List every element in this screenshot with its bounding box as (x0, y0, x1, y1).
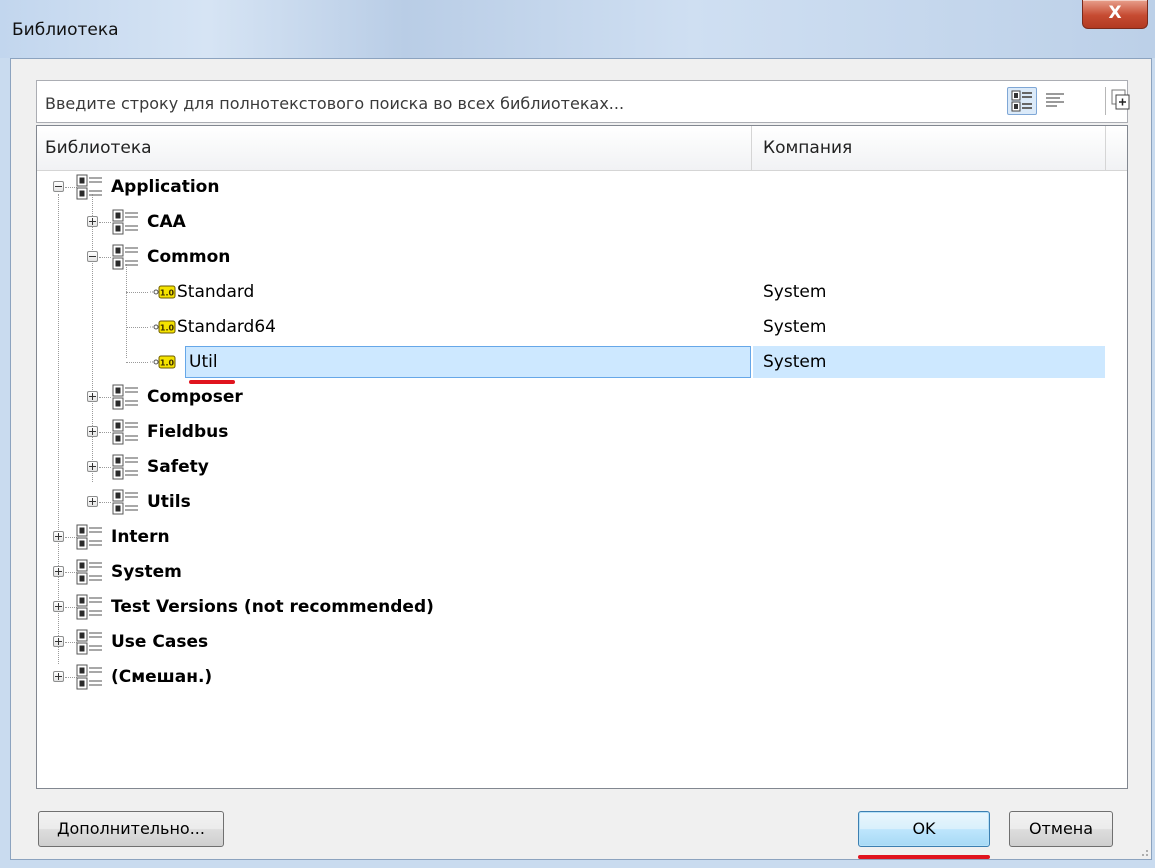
company-cell: System (763, 317, 827, 337)
window-title: Библиотека (12, 20, 119, 40)
toolbar-separator (1105, 87, 1106, 115)
resize-grip-icon[interactable] (1137, 845, 1149, 857)
expand-all-icon (1111, 89, 1130, 110)
tree-node-label: Util (189, 352, 218, 372)
tree-node-standard64[interactable]: Standard64 System (37, 310, 1107, 345)
tree-node-label: System (111, 562, 182, 582)
expand-toggle-icon[interactable] (87, 426, 98, 437)
search-input[interactable] (43, 89, 997, 117)
tree-node-caa[interactable]: CAA (37, 205, 1107, 240)
grid-header: Библиотека Компания (37, 126, 1127, 171)
library-category-icon (75, 593, 105, 621)
tree-node-label: Safety (147, 457, 209, 477)
cancel-button[interactable]: Отмена (1009, 811, 1113, 847)
tree-body: Application CAA Common Standard System S… (37, 170, 1127, 788)
category-view-button[interactable] (1007, 87, 1037, 115)
tree-node-label: Composer (147, 387, 243, 407)
tree-node-mixed[interactable]: (Смешан.) (37, 660, 1107, 695)
expand-all-button[interactable] (1109, 87, 1139, 115)
title-bar[interactable]: Библиотека X (0, 0, 1155, 58)
tree-node-fieldbus[interactable]: Fieldbus (37, 415, 1107, 450)
tree-node-label: Intern (111, 527, 170, 547)
tree-node-label: (Смешан.) (111, 667, 213, 687)
expand-toggle-icon[interactable] (87, 216, 98, 227)
column-header-library[interactable]: Библиотека (45, 138, 152, 158)
library-category-icon (111, 418, 141, 446)
dialog-client-area: Библиотека Компания (10, 58, 1152, 860)
expand-toggle-icon[interactable] (53, 531, 64, 542)
library-category-icon (111, 488, 141, 516)
tree-node-label: Fieldbus (147, 422, 229, 442)
expand-toggle-icon[interactable] (87, 496, 98, 507)
library-category-icon (111, 243, 141, 271)
tree-node-application[interactable]: Application (37, 170, 1107, 205)
highlight-underline (858, 855, 990, 859)
tree-node-use-cases[interactable]: Use Cases (37, 625, 1107, 660)
tree-node-label: Standard64 (177, 317, 276, 337)
tree-node-safety[interactable]: Safety (37, 450, 1107, 485)
tree-node-label: Common (147, 247, 231, 267)
tree-node-label: Standard (177, 282, 255, 302)
ok-button[interactable]: OK (858, 811, 990, 847)
library-tree-grid: Библиотека Компания Application CAA Comm… (36, 125, 1128, 789)
tree-node-label: Test Versions (not recommended) (111, 597, 434, 617)
company-cell: System (763, 282, 827, 302)
tree-node-common[interactable]: Common (37, 240, 1107, 275)
tree-node-label: Application (111, 177, 220, 197)
category-view-icon (1011, 90, 1032, 112)
expand-toggle-icon[interactable] (53, 601, 64, 612)
column-divider[interactable] (751, 126, 752, 170)
tree-node-label: CAA (147, 212, 186, 232)
library-category-icon (75, 523, 105, 551)
tree-node-composer[interactable]: Composer (37, 380, 1107, 415)
tree-node-util[interactable]: Util System (37, 345, 1107, 380)
expand-toggle-icon[interactable] (87, 461, 98, 472)
tree-node-standard[interactable]: Standard System (37, 275, 1107, 310)
advanced-button[interactable]: Дополнительно... (38, 811, 224, 847)
column-divider[interactable] (1105, 126, 1106, 170)
expand-toggle-icon[interactable] (87, 391, 98, 402)
close-button[interactable]: X (1082, 0, 1148, 29)
tree-node-label: Use Cases (111, 632, 209, 652)
library-version-icon (150, 353, 176, 371)
library-category-icon (75, 628, 105, 656)
library-version-icon (150, 283, 176, 301)
library-category-icon (111, 208, 141, 236)
collapse-toggle-icon[interactable] (87, 251, 98, 262)
expand-toggle-icon[interactable] (53, 671, 64, 682)
selection-highlight (185, 346, 751, 378)
library-category-icon (75, 663, 105, 691)
library-version-icon (150, 318, 176, 336)
tree-node-utils[interactable]: Utils (37, 485, 1107, 520)
expand-toggle-icon[interactable] (53, 566, 64, 577)
tree-node-test-versions[interactable]: Test Versions (not recommended) (37, 590, 1107, 625)
tree-node-label: Utils (147, 492, 191, 512)
library-dialog: Библиотека X Введите строку для полнотек… (0, 0, 1155, 868)
column-header-company[interactable]: Компания (763, 138, 852, 158)
tree-node-intern[interactable]: Intern (37, 520, 1107, 555)
collapse-toggle-icon[interactable] (53, 181, 64, 192)
library-category-icon (75, 173, 105, 201)
search-bar (36, 80, 1130, 123)
company-cell: System (763, 352, 827, 372)
library-category-icon (111, 383, 141, 411)
library-category-icon (111, 453, 141, 481)
tree-node-system[interactable]: System (37, 555, 1107, 590)
list-view-icon (1046, 93, 1064, 107)
expand-toggle-icon[interactable] (53, 636, 64, 647)
library-category-icon (75, 558, 105, 586)
list-view-button[interactable] (1041, 87, 1071, 115)
